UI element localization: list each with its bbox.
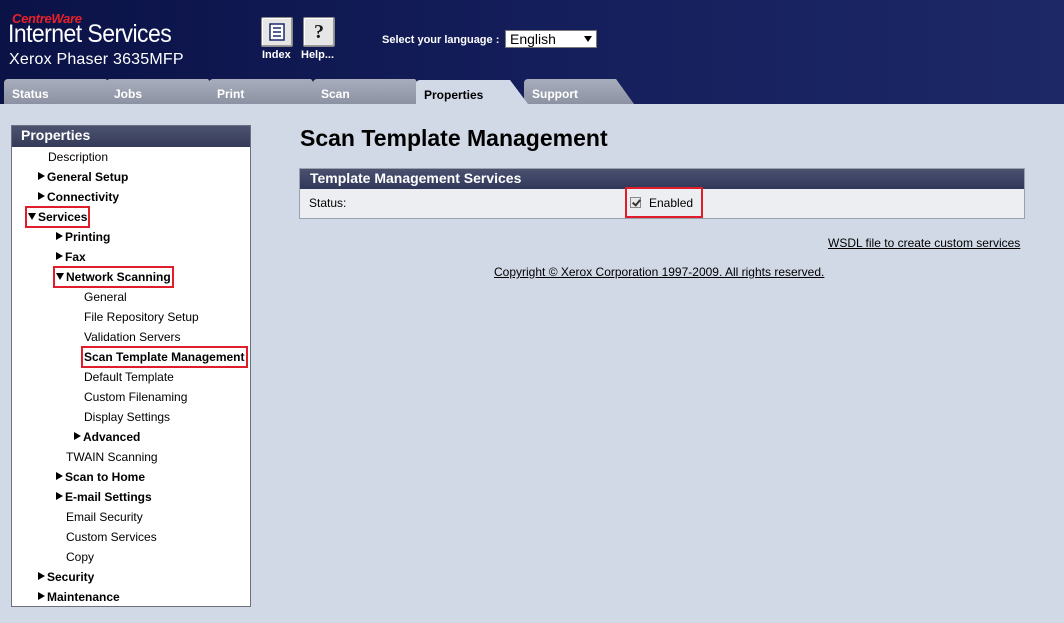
copyright-link[interactable]: Copyright © Xerox Corporation 1997-2009.… <box>494 265 824 279</box>
sidebar-item-label: TWAIN Scanning <box>66 450 158 464</box>
triangle-right-icon <box>56 252 63 260</box>
triangle-right-icon <box>38 192 45 200</box>
sidebar-item-label: Description <box>48 150 109 164</box>
sidebar-item-display-settings[interactable]: Display Settings <box>84 409 170 425</box>
page-title: Scan Template Management <box>300 125 608 151</box>
triangle-right-icon <box>56 492 63 500</box>
sidebar-item-scan-to-home[interactable]: Scan to Home <box>56 469 145 485</box>
sidebar-item-label: Display Settings <box>84 410 171 424</box>
sidebar-item-label: Validation Servers <box>84 330 181 344</box>
sidebar-item-label: Security <box>47 570 95 584</box>
sidebar-item-label: Scan to Home <box>65 470 146 484</box>
sidebar-item-label: Default Template <box>84 370 174 384</box>
sidebar-item-services[interactable]: Services <box>24 206 91 228</box>
sidebar-item-description[interactable]: Description <box>48 149 108 165</box>
triangle-down-icon <box>56 273 64 280</box>
sidebar-item-label: File Repository Setup <box>84 310 199 324</box>
language-selected-value: English <box>510 31 556 47</box>
template-management-panel: Template Management Services Status: Ena… <box>299 168 1025 219</box>
sidebar-item-label: General <box>84 290 127 304</box>
tab-properties[interactable]: Properties <box>416 80 528 104</box>
sidebar: Properties Description General Setup Conne… <box>11 125 251 607</box>
help-link[interactable]: Help... <box>301 49 334 61</box>
index-link[interactable]: Index <box>262 49 291 61</box>
tab-scan[interactable]: Scan <box>313 79 433 104</box>
header: CentreWare Internet Services Xerox Phase… <box>0 0 1064 104</box>
sidebar-item-label: Printing <box>65 230 111 244</box>
triangle-right-icon <box>56 232 63 240</box>
sidebar-item-label: Scan Template Management <box>84 350 245 364</box>
tab-support[interactable]: Support <box>524 79 634 104</box>
sidebar-item-label: Email Security <box>66 510 143 524</box>
sidebar-item-maintenance[interactable]: Maintenance <box>38 589 120 605</box>
triangle-right-icon <box>74 432 81 440</box>
sidebar-item-security[interactable]: Security <box>38 569 94 585</box>
enabled-label: Enabled <box>649 195 694 210</box>
triangle-right-icon <box>38 592 45 600</box>
sidebar-item-copy[interactable]: Copy <box>66 549 94 565</box>
sidebar-item-email-security[interactable]: Email Security <box>66 509 143 525</box>
sidebar-item-twain-scanning[interactable]: TWAIN Scanning <box>66 449 158 465</box>
wsdl-link[interactable]: WSDL file to create custom services <box>828 236 1020 250</box>
status-label: Status: <box>309 196 347 210</box>
sidebar-item-general-setup[interactable]: General Setup <box>38 169 128 185</box>
language-select[interactable]: English <box>505 30 597 48</box>
sidebar-item-label: Maintenance <box>47 590 120 604</box>
printer-model: Xerox Phaser 3635MFP <box>9 51 184 68</box>
sidebar-item-custom-services[interactable]: Custom Services <box>66 529 157 545</box>
sidebar-item-label: General Setup <box>47 170 129 184</box>
sidebar-item-label: Network Scanning <box>66 270 171 284</box>
sidebar-item-network-scanning[interactable]: Network Scanning <box>53 266 174 288</box>
sidebar-item-label: E-mail Settings <box>65 490 152 504</box>
triangle-down-icon <box>28 213 36 220</box>
enabled-control[interactable]: Enabled <box>625 187 703 218</box>
sidebar-item-e-mail-settings[interactable]: E-mail Settings <box>56 489 152 505</box>
sidebar-item-label: Custom Services <box>66 530 157 544</box>
help-icon[interactable]: ? <box>303 17 335 47</box>
brand-internet-services: Internet Services <box>8 20 172 48</box>
sidebar-item-label: Connectivity <box>47 190 120 204</box>
chevron-down-icon <box>584 36 592 42</box>
sidebar-item-custom-filenaming[interactable]: Custom Filenaming <box>84 389 187 405</box>
sidebar-item-advanced[interactable]: Advanced <box>74 429 140 445</box>
triangle-right-icon <box>38 172 45 180</box>
sidebar-item-general[interactable]: General <box>84 289 127 305</box>
sidebar-item-label: Custom Filenaming <box>84 390 188 404</box>
sidebar-item-label: Copy <box>66 550 95 564</box>
sidebar-item-printing[interactable]: Printing <box>56 229 110 245</box>
sidebar-item-label: Advanced <box>83 430 141 444</box>
tab-print[interactable]: Print <box>209 79 329 104</box>
sidebar-item-default-template[interactable]: Default Template <box>84 369 174 385</box>
sidebar-item-validation-servers[interactable]: Validation Servers <box>84 329 181 345</box>
sidebar-item-connectivity[interactable]: Connectivity <box>38 189 119 205</box>
language-label: Select your language : <box>382 34 500 46</box>
enabled-checkbox[interactable] <box>630 197 641 208</box>
panel-title: Template Management Services <box>300 169 1024 189</box>
index-icon[interactable] <box>261 17 293 47</box>
tab-jobs[interactable]: Jobs <box>106 79 226 104</box>
sidebar-item-label: Fax <box>65 250 86 264</box>
sidebar-item-label: Services <box>38 210 88 224</box>
triangle-right-icon <box>56 472 63 480</box>
sidebar-title: Properties <box>12 126 250 147</box>
triangle-right-icon <box>38 572 45 580</box>
sidebar-item-fax[interactable]: Fax <box>56 249 86 265</box>
sidebar-item-scan-template-management[interactable]: Scan Template Management <box>81 346 248 368</box>
sidebar-item-file-repository-setup[interactable]: File Repository Setup <box>84 309 199 325</box>
